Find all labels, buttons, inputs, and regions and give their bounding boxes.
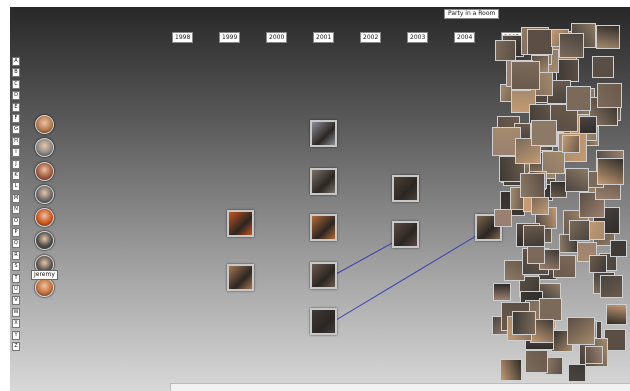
cluster-photo-thumbnail[interactable] [525, 350, 548, 373]
photo-thumbnail[interactable] [310, 308, 337, 335]
cluster-photo-thumbnail[interactable] [596, 25, 620, 49]
cluster-photo-thumbnail[interactable] [523, 225, 545, 247]
cluster-photo-thumbnail[interactable] [610, 240, 627, 257]
timeline-canvas[interactable]: Party in a Room 1998 1999 2000 2001 2002… [10, 7, 630, 391]
bottom-panel [170, 383, 630, 391]
cluster-photo-thumbnail[interactable] [597, 158, 624, 185]
photo-thumbnail[interactable] [310, 120, 337, 147]
cluster-photo-thumbnail[interactable] [500, 359, 522, 381]
cluster-photo-thumbnail[interactable] [495, 40, 516, 61]
cluster-photo-thumbnail[interactable] [559, 33, 584, 58]
photo-thumbnail[interactable] [310, 262, 337, 289]
cluster-photo-thumbnail[interactable] [569, 220, 590, 241]
cluster-photo-thumbnail[interactable] [566, 86, 591, 111]
cluster-photo-thumbnail[interactable] [512, 311, 536, 335]
cluster-photo-thumbnail[interactable] [592, 56, 614, 78]
photo-thumbnail[interactable] [310, 214, 337, 241]
app-window: Party in a Room 1998 1999 2000 2001 2002… [0, 0, 630, 391]
cluster-photo-thumbnail[interactable] [600, 275, 623, 298]
cluster-photo-thumbnail[interactable] [579, 116, 597, 134]
photo-thumbnail[interactable] [310, 168, 337, 195]
cluster-photo-thumbnail[interactable] [568, 364, 586, 382]
photo-thumbnail[interactable] [227, 210, 254, 237]
cluster-photo-thumbnail[interactable] [531, 197, 549, 215]
cluster-photo-thumbnail[interactable] [585, 346, 603, 364]
cluster-photo-thumbnail[interactable] [589, 255, 607, 273]
cluster-photo-thumbnail[interactable] [520, 173, 545, 198]
cluster-photo-thumbnail[interactable] [567, 317, 595, 345]
cluster-photo-thumbnail[interactable] [556, 59, 579, 82]
cluster-photo-thumbnail[interactable] [562, 135, 580, 153]
cluster-photo-thumbnail[interactable] [527, 29, 553, 55]
cluster-photo-thumbnail[interactable] [597, 83, 622, 108]
cluster-photo-thumbnail[interactable] [565, 168, 589, 192]
cluster-photo-thumbnail[interactable] [527, 246, 545, 264]
cluster-photo-thumbnail[interactable] [606, 304, 627, 325]
photo-thumbnail[interactable] [227, 264, 254, 291]
cluster-photo-thumbnail[interactable] [494, 209, 512, 227]
cluster-photo-thumbnail[interactable] [531, 120, 557, 146]
cluster-photo-thumbnail[interactable] [511, 61, 540, 90]
photo-thumbnail[interactable] [392, 221, 419, 248]
photo-thumbnail[interactable] [392, 175, 419, 202]
cluster-photo-thumbnail[interactable] [539, 298, 562, 321]
cluster-photo-thumbnail[interactable] [493, 283, 511, 301]
